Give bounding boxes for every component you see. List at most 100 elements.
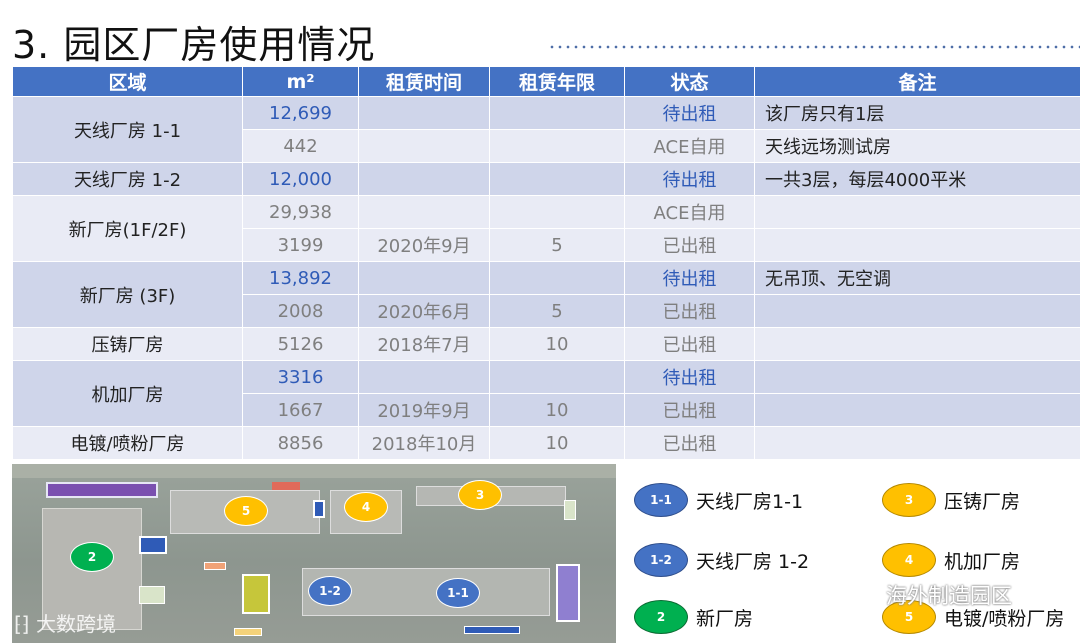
legend-item-2: 2 新厂房 bbox=[634, 597, 753, 637]
lease-years-cell bbox=[489, 129, 625, 163]
lease-years-cell: 5 bbox=[489, 228, 625, 262]
legend-item-4: 4 机加厂房 bbox=[882, 540, 1020, 580]
size-cell: 12,699 bbox=[242, 96, 359, 130]
table-header-row: 区域 m² 租赁时间 租赁年限 状态 备注 bbox=[12, 66, 1080, 97]
map-road bbox=[12, 464, 616, 478]
legend-label: 压铸厂房 bbox=[944, 490, 1021, 513]
page-title: 3. 园区厂房使用情况 bbox=[12, 23, 376, 67]
area-cell: 天线厂房 1-1 bbox=[12, 96, 243, 163]
header-area: 区域 bbox=[12, 66, 243, 97]
legend-marker: 3 bbox=[882, 483, 936, 517]
legend-item-1-2: 1-2 天线厂房 1-2 bbox=[634, 540, 809, 580]
lease-years-cell: 5 bbox=[489, 294, 625, 328]
map-marker-4: 4 bbox=[344, 492, 388, 522]
header-lease-time: 租赁时间 bbox=[358, 66, 490, 97]
status-cell: ACE自用 bbox=[624, 195, 755, 229]
size-cell: 3316 bbox=[242, 360, 359, 394]
header-note: 备注 bbox=[754, 66, 1080, 97]
table-row: 天线厂房 1-2 12,000 待出租 一共3层，每层4000平米 bbox=[12, 162, 1080, 196]
legend-item-1-1: 1-1 天线厂房1-1 bbox=[634, 480, 803, 520]
size-cell: 2008 bbox=[242, 294, 359, 328]
title-dotted-line bbox=[548, 44, 1080, 50]
size-cell: 29,938 bbox=[242, 195, 359, 229]
table-row: 天线厂房 1-1 12,699 待出租 该厂房只有1层 bbox=[12, 96, 1080, 163]
legend-marker: 1-2 bbox=[634, 543, 688, 577]
map-building-misc bbox=[204, 562, 226, 570]
table-row: 新厂房(1F/2F) 29,938 ACE自用 bbox=[12, 195, 1080, 262]
legend-label: 机加厂房 bbox=[944, 550, 1021, 573]
size-cell: 8856 bbox=[242, 426, 359, 460]
lease-time-cell: 2020年6月 bbox=[358, 294, 490, 328]
legend-marker: 2 bbox=[634, 600, 688, 634]
map-marker-1-1: 1-1 bbox=[436, 578, 480, 608]
note-cell bbox=[754, 360, 1080, 394]
status-cell: 已出租 bbox=[624, 426, 755, 460]
lease-years-cell bbox=[489, 96, 625, 130]
note-cell bbox=[754, 393, 1080, 427]
map-building-misc bbox=[313, 500, 325, 518]
legend-item-3: 3 压铸厂房 bbox=[882, 480, 1020, 520]
map-building-misc bbox=[234, 628, 262, 636]
size-cell: 442 bbox=[242, 129, 359, 163]
status-cell: 待出租 bbox=[624, 360, 755, 394]
status-cell: 待出租 bbox=[624, 96, 755, 130]
lease-time-cell: 2018年7月 bbox=[358, 327, 490, 361]
table-row: 机加厂房 3316 待出租 bbox=[12, 360, 1080, 427]
map-marker-2: 2 bbox=[70, 542, 114, 572]
map-building-plating bbox=[46, 482, 158, 498]
lease-time-cell bbox=[358, 261, 490, 295]
map-building-misc bbox=[564, 500, 576, 520]
header-lease-years: 租赁年限 bbox=[489, 66, 625, 97]
lease-time-cell: 2018年10月 bbox=[358, 426, 490, 460]
note-cell bbox=[754, 228, 1080, 262]
lease-years-cell: 10 bbox=[489, 393, 625, 427]
note-cell bbox=[754, 195, 1080, 229]
note-cell bbox=[754, 426, 1080, 460]
lease-years-cell bbox=[489, 162, 625, 196]
table-row: 电镀/喷粉厂房 8856 2018年10月 10 已出租 bbox=[12, 426, 1080, 460]
map-building-misc bbox=[272, 482, 300, 490]
wechat-icon bbox=[839, 582, 877, 607]
note-cell: 该厂房只有1层 bbox=[754, 96, 1080, 130]
table-row: 压铸厂房 5126 2018年7月 10 已出租 bbox=[12, 327, 1080, 361]
map-marker-1-2: 1-2 bbox=[308, 576, 352, 606]
lease-years-cell bbox=[489, 360, 625, 394]
lease-time-cell: 2020年9月 bbox=[358, 228, 490, 262]
header-size: m² bbox=[242, 66, 359, 97]
watermark-right: 海外制造园区 bbox=[838, 580, 1012, 610]
factory-usage-table: 区域 m² 租赁时间 租赁年限 状态 备注 天线厂房 1-1 12,699 待出… bbox=[12, 66, 1080, 460]
area-cell: 电镀/喷粉厂房 bbox=[12, 426, 243, 460]
area-cell: 新厂房(1F/2F) bbox=[12, 195, 243, 262]
lease-time-cell bbox=[358, 162, 490, 196]
lease-years-cell bbox=[489, 261, 625, 295]
watermark-left: ⁅⁆ 大数跨境 bbox=[14, 612, 116, 636]
map-marker-3: 3 bbox=[458, 480, 502, 510]
status-cell: 已出租 bbox=[624, 294, 755, 328]
status-cell: ACE自用 bbox=[624, 129, 755, 163]
map-building-misc bbox=[139, 586, 165, 604]
area-cell: 天线厂房 1-2 bbox=[12, 162, 243, 196]
legend-label: 天线厂房1-1 bbox=[696, 490, 804, 513]
status-cell: 待出租 bbox=[624, 162, 755, 196]
status-cell: 已出租 bbox=[624, 228, 755, 262]
map-marker-5: 5 bbox=[224, 496, 268, 526]
area-cell: 机加厂房 bbox=[12, 360, 243, 427]
lease-years-cell: 10 bbox=[489, 426, 625, 460]
legend-label: 天线厂房 1-2 bbox=[696, 550, 810, 573]
area-cell: 新厂房 (3F) bbox=[12, 261, 243, 328]
lease-years-cell: 10 bbox=[489, 327, 625, 361]
lease-time-cell bbox=[358, 195, 490, 229]
map-building-misc bbox=[139, 536, 167, 554]
table-row: 新厂房 (3F) 13,892 待出租 无吊顶、无空调 bbox=[12, 261, 1080, 328]
status-cell: 待出租 bbox=[624, 261, 755, 295]
size-cell: 5126 bbox=[242, 327, 359, 361]
lease-time-cell bbox=[358, 129, 490, 163]
map-building-misc bbox=[464, 626, 520, 634]
lease-time-cell bbox=[358, 360, 490, 394]
note-cell bbox=[754, 294, 1080, 328]
map-building-misc bbox=[556, 564, 580, 622]
legend-label: 新厂房 bbox=[696, 607, 754, 630]
status-cell: 已出租 bbox=[624, 327, 755, 361]
map-building-misc bbox=[242, 574, 270, 614]
note-cell: 天线远场测试房 bbox=[754, 129, 1080, 163]
